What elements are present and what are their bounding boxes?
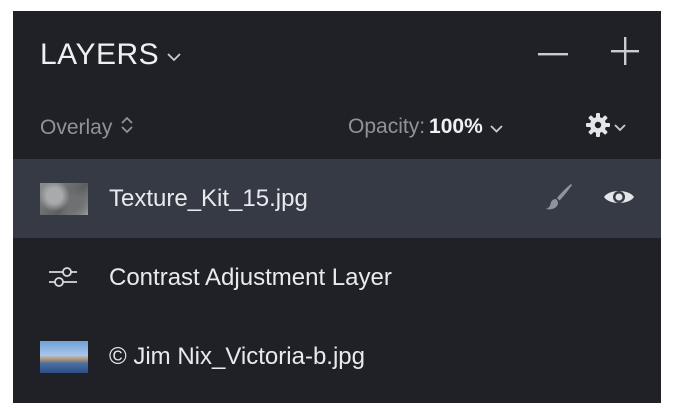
layer-name: © Jim Nix_Victoria-b.jpg: [109, 343, 365, 370]
layer-thumbnail: [40, 341, 88, 373]
visibility-toggle[interactable]: [601, 181, 637, 217]
layer-name: Texture_Kit_15.jpg: [109, 185, 308, 212]
blend-mode-value: Overlay: [40, 116, 113, 139]
panel-title: LAYERS: [40, 38, 160, 71]
chevron-down-icon: [483, 115, 503, 139]
eye-icon: [603, 187, 635, 212]
layer-list: Texture_Kit_15.jpg Contrast Adjustment L…: [13, 159, 661, 396]
layer-row-texture[interactable]: Texture_Kit_15.jpg: [13, 159, 661, 238]
mask-brush-button[interactable]: [541, 181, 577, 217]
layer-thumbnail: [40, 183, 88, 215]
minus-icon: [538, 44, 568, 62]
remove-layer-button[interactable]: [533, 37, 573, 69]
chevron-down-icon: [614, 119, 626, 137]
sliders-icon: [48, 263, 78, 296]
layer-row-contrast[interactable]: Contrast Adjustment Layer: [13, 238, 661, 317]
chevron-down-icon: [167, 49, 181, 67]
opacity-label: Opacity:: [348, 115, 426, 138]
layer-name: Contrast Adjustment Layer: [109, 264, 392, 291]
layer-settings-button[interactable]: [585, 112, 626, 143]
layer-controls: Overlay Opacity: 100%: [13, 97, 661, 159]
plus-icon: [611, 36, 639, 70]
opacity-value: 100%: [429, 115, 483, 138]
panel-header: LAYERS: [13, 11, 661, 97]
brush-icon: [544, 182, 574, 217]
layers-panel: LAYERS Overlay Opacity: 100% Texture_Kit…: [13, 11, 661, 403]
opacity-select[interactable]: Opacity: 100%: [348, 115, 503, 139]
layer-row-victoria[interactable]: © Jim Nix_Victoria-b.jpg: [13, 317, 661, 396]
add-layer-button[interactable]: [605, 36, 645, 70]
blend-mode-select[interactable]: Overlay: [40, 115, 134, 141]
gear-icon: [585, 112, 611, 143]
up-down-chevron-icon: [112, 115, 134, 141]
layers-title-menu[interactable]: LAYERS: [40, 38, 181, 72]
